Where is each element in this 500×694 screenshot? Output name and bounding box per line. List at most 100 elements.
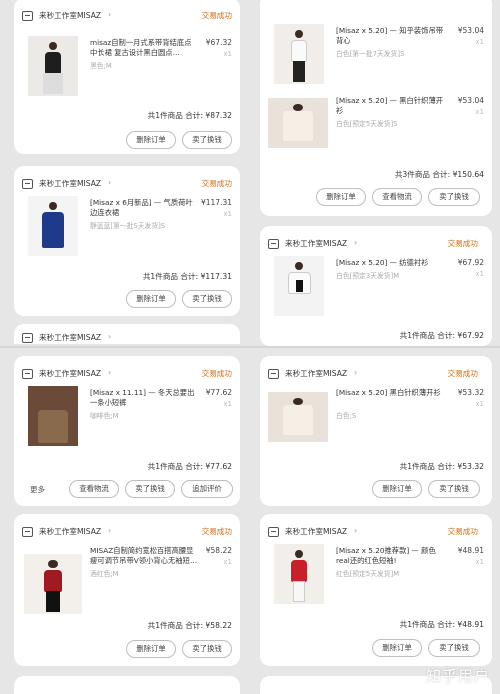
product-thumbnail[interactable] [28,196,78,256]
product-price: ¥117.31 [200,198,232,207]
store-name[interactable]: 来秒工作室MISAZ [39,10,101,21]
delete-order-button[interactable]: 删除订单 [126,640,176,658]
product-spec: 酒红色;M [90,570,119,578]
order-summary: 共1件商品 合计: ¥53.32 [399,462,484,471]
resell-button[interactable]: 卖了换钱 [125,480,175,498]
product-title[interactable]: [Misaz x 5.20] — 黑白针织薄开衫 [336,96,444,116]
order-card[interactable]: 来秒工作室MISAZ › 交易成功 [Misaz x 5.20] — 纺德衬衫 … [260,226,492,346]
order-card[interactable]: 来秒工作室MISAZ › 交易成功 misaz自制一月式系带背结底点中长裙 复古… [14,0,240,154]
add-review-button[interactable]: 追加评价 [181,480,233,498]
store-icon [22,527,33,537]
order-card[interactable]: 来秒工作室MISAZ › 交易成功 [Misaz x 6月新品] — 气质荷叶边… [14,166,240,316]
product-price: ¥58.22 [205,546,232,555]
store-name[interactable]: 来秒工作室MISAZ [285,368,347,379]
chevron-right-icon[interactable]: › [108,332,111,341]
order-card[interactable]: 来秒工作室MISAZ › 交易成功 [Misaz x 5.20推荐款] — 颜色… [260,514,492,666]
chevron-right-icon[interactable]: › [108,368,111,377]
delete-order-button[interactable]: 删除订单 [126,131,176,149]
order-header: 来秒工作室MISAZ › 交易成功 [22,10,232,24]
store-icon [22,11,33,21]
product-thumbnail[interactable] [28,386,78,446]
chevron-right-icon[interactable]: › [108,526,111,535]
logistics-button[interactable]: 查看物流 [372,188,422,206]
order-header: 来秒工作室MISAZ › [22,332,232,346]
product-thumbnail[interactable] [24,554,82,614]
resell-button[interactable]: 卖了换钱 [428,188,480,206]
order-card-partial [14,676,240,694]
screenshot-collage: 来秒工作室MISAZ › 交易成功 misaz自制一月式系带背结底点中长裙 复古… [0,0,500,694]
logistics-button[interactable]: 查看物流 [69,480,119,498]
product-title[interactable]: [Misaz x 5.20] — 纺德衬衫 [336,258,444,268]
product-thumbnail[interactable] [274,256,324,316]
product-qty: x1 [475,270,484,278]
product-price: ¥53.04 [457,26,484,35]
product-price: ¥67.92 [457,258,484,267]
order-header: 来秒工作室MISAZ › 交易成功 [22,178,232,192]
delete-order-button[interactable]: 删除订单 [372,480,422,498]
store-name[interactable]: 来秒工作室MISAZ [285,238,347,249]
order-card[interactable]: 来秒工作室MISAZ › 交易成功 MISAZ自制简约宽松百搭高腰显瘦可调节吊带… [14,514,240,666]
resell-button[interactable]: 卖了换钱 [182,640,232,658]
store-name[interactable]: 来秒工作室MISAZ [285,526,347,537]
product-title[interactable]: [Misaz x 11.11] — 冬天总要出一条小短裤 [90,388,198,408]
store-name[interactable]: 来秒工作室MISAZ [39,332,101,343]
product-spec: 红色[预定5天发货]M [336,570,400,578]
delete-order-button[interactable]: 删除订单 [126,290,176,308]
product-spec: 白色[预定3天发货]M [336,272,400,280]
product-spec: 咖啡色;M [90,412,119,420]
chevron-right-icon[interactable]: › [354,526,357,535]
product-title[interactable]: [Misaz x 5.20推荐款] — 颜色real还的红色短袖! [336,546,444,566]
product-thumbnail[interactable] [28,36,78,96]
order-card[interactable]: 来秒工作室MISAZ › 交易成功 [Misaz x 11.11] — 冬天总要… [14,356,240,506]
order-header: 来秒工作室MISAZ › 交易成功 [268,526,478,540]
product-thumbnail[interactable] [274,544,324,604]
product-thumbnail[interactable] [274,24,324,84]
order-summary: 共1件商品 合计: ¥48.91 [399,620,484,629]
delete-order-button[interactable]: 删除订单 [316,188,366,206]
order-summary: 共1件商品 合计: ¥67.92 [399,331,484,340]
product-qty: x1 [475,108,484,116]
store-name[interactable]: 来秒工作室MISAZ [39,178,101,189]
product-title[interactable]: misaz自制一月式系带背结底点中长裙 复古设计黑白圆点… [90,38,198,58]
product-spec: 静蓝蓝[第一批S天发货]S [90,222,166,230]
store-name[interactable]: 来秒工作室MISAZ [39,526,101,537]
resell-button[interactable]: 卖了换钱 [182,290,232,308]
order-card-partial[interactable]: 来秒工作室MISAZ › [14,324,240,344]
chevron-right-icon[interactable]: › [354,238,357,247]
store-icon [268,369,279,379]
order-status: 交易成功 [201,179,232,188]
watermark: 知乎用户 [425,667,490,685]
product-price: ¥48.91 [457,546,484,555]
chevron-right-icon[interactable]: › [108,10,111,19]
order-status: 交易成功 [201,369,232,378]
more-button[interactable]: 更多 [30,484,45,495]
order-status: 交易成功 [447,527,478,536]
chevron-right-icon[interactable]: › [354,368,357,377]
product-qty: x1 [223,210,232,218]
order-status: 交易成功 [201,11,232,20]
product-title[interactable]: MISAZ自制简约宽松百搭高腰显瘦可调节吊带V领小背心无袖短… [90,546,198,566]
product-title[interactable]: [Misaz x 6月新品] — 气质荷叶边连衣裙 [90,198,198,218]
store-icon [22,179,33,189]
resell-button[interactable]: 卖了换钱 [428,480,480,498]
product-qty: x1 [223,400,232,408]
order-card[interactable]: [Misaz x 5.20] — 知乎装饰吊带背心 白色[第一批7天发货]S ¥… [260,0,492,216]
product-title[interactable]: [Misaz x 5.20] 黑白针织薄开衫 [336,388,444,398]
store-icon [22,369,33,379]
product-title[interactable]: [Misaz x 5.20] — 知乎装饰吊带背心 [336,26,444,46]
order-status: 交易成功 [447,239,478,248]
chevron-right-icon[interactable]: › [108,178,111,187]
order-card[interactable]: 来秒工作室MISAZ › 交易成功 [Misaz x 5.20] 黑白针织薄开衫… [260,356,492,506]
resell-button[interactable]: 卖了换钱 [182,131,232,149]
left-column: 来秒工作室MISAZ › 交易成功 misaz自制一月式系带背结底点中长裙 复古… [0,0,250,694]
order-summary: 共3件商品 合计: ¥150.64 [394,170,484,179]
product-thumbnail[interactable] [268,98,328,148]
order-summary: 共1件商品 合计: ¥87.32 [147,111,232,120]
delete-order-button[interactable]: 删除订单 [372,639,422,657]
resell-button[interactable]: 卖了换钱 [428,639,480,657]
right-column: [Misaz x 5.20] — 知乎装饰吊带背心 白色[第一批7天发货]S ¥… [250,0,500,694]
order-summary: 共1件商品 合计: ¥58.22 [147,621,232,630]
product-qty: x1 [475,38,484,46]
product-thumbnail[interactable] [268,392,328,442]
store-name[interactable]: 来秒工作室MISAZ [39,368,101,379]
